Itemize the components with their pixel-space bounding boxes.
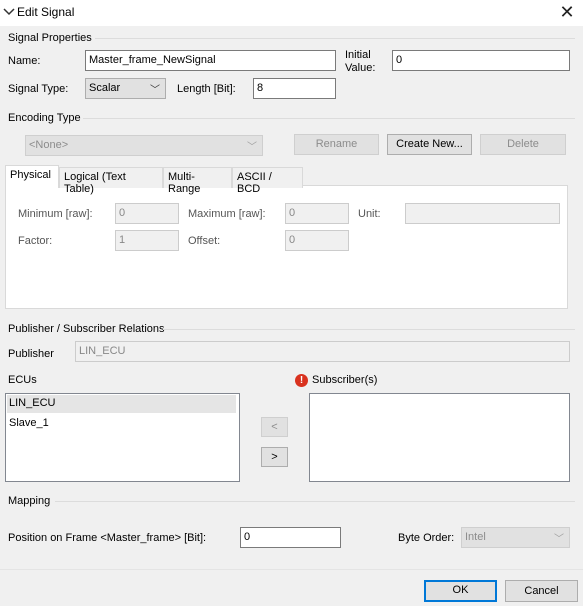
chevron-down-icon: ﹀	[150, 85, 160, 96]
remove-subscriber-button[interactable]: <	[261, 417, 288, 437]
divider	[95, 38, 575, 39]
initial-value-input[interactable]: 0	[392, 50, 570, 71]
subscribers-listbox[interactable]	[309, 393, 570, 482]
name-input[interactable]: Master_frame_NewSignal	[85, 50, 336, 71]
mapping-title: Mapping	[8, 495, 51, 507]
list-item[interactable]: LIN_ECU	[7, 395, 236, 413]
add-subscriber-button[interactable]: >	[261, 447, 288, 467]
position-on-frame-label: Position on Frame <Master_frame> [Bit]:	[8, 532, 207, 544]
chevron-down-icon: ﹀	[247, 142, 257, 153]
signal-type-label: Signal Type:	[8, 83, 69, 95]
tab-ascii-bcd[interactable]: ASCII / BCD	[232, 167, 303, 195]
unit-input[interactable]	[405, 203, 560, 224]
rename-button[interactable]: Rename	[294, 134, 379, 155]
list-item[interactable]: Slave_1	[7, 415, 236, 433]
ok-button[interactable]: OK	[424, 580, 497, 602]
window-title: Edit Signal	[17, 5, 75, 19]
chevron-down-icon	[3, 8, 15, 16]
subscribers-label: Subscriber(s)	[312, 374, 378, 386]
tab-logical-text-table[interactable]: Logical (Text Table)	[59, 167, 163, 195]
create-new-button[interactable]: Create New...	[387, 134, 472, 155]
divider	[0, 569, 583, 570]
publisher-label: Publisher	[8, 348, 54, 360]
pubsub-title: Publisher / Subscriber Relations	[8, 323, 165, 335]
position-on-frame-input[interactable]: 0	[240, 527, 341, 548]
close-icon[interactable]: ✕	[556, 2, 578, 22]
publisher-input[interactable]: LIN_ECU	[75, 341, 570, 362]
divider	[83, 118, 575, 119]
offset-label: Offset:	[188, 235, 221, 247]
length-input[interactable]: 8	[253, 78, 336, 99]
tab-physical[interactable]: Physical	[5, 165, 59, 188]
maximum-input[interactable]: 0	[285, 203, 349, 224]
maximum-label: Maximum [raw]:	[188, 208, 266, 220]
divider	[163, 329, 575, 330]
factor-input[interactable]: 1	[115, 230, 179, 251]
cancel-button[interactable]: Cancel	[505, 580, 578, 602]
title-bar[interactable]	[0, 0, 583, 26]
delete-button[interactable]: Delete	[480, 134, 566, 155]
factor-label: Factor:	[18, 235, 53, 247]
signal-type-select[interactable]: Scalar ﹀	[85, 78, 166, 99]
length-label: Length [Bit]:	[177, 83, 236, 95]
initial-value-label: Initial Value:	[345, 49, 376, 74]
tab-multi-range[interactable]: Multi-Range	[163, 167, 232, 195]
warning-icon: !	[295, 374, 308, 387]
encoding-type-select[interactable]: <None> ﹀	[25, 135, 263, 156]
chevron-down-icon: ﹀	[554, 534, 564, 545]
byte-order-select[interactable]: Intel ﹀	[461, 527, 570, 548]
ecus-label: ECUs	[8, 374, 37, 386]
encoding-type-title: Encoding Type	[8, 112, 81, 124]
offset-input[interactable]: 0	[285, 230, 349, 251]
minimum-label: Minimum [raw]:	[18, 208, 93, 220]
ecus-listbox[interactable]: LIN_ECU Slave_1	[5, 393, 240, 482]
unit-label: Unit:	[358, 208, 381, 220]
divider	[55, 501, 575, 502]
signal-properties-title: Signal Properties	[8, 32, 92, 44]
minimum-input[interactable]: 0	[115, 203, 179, 224]
byte-order-label: Byte Order:	[398, 532, 455, 544]
name-label: Name:	[8, 55, 41, 67]
